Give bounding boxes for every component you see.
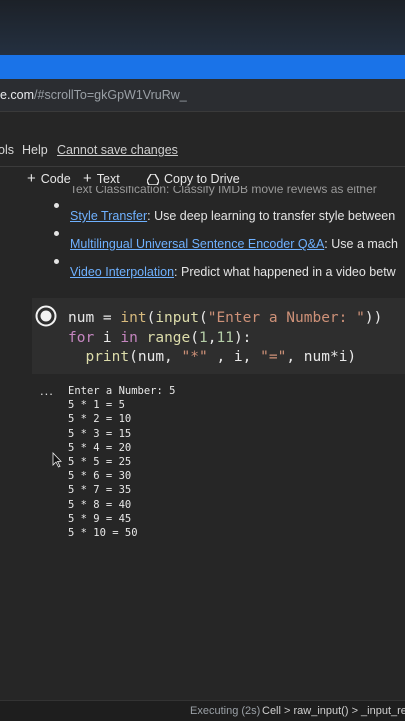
output-line: 5 * 1 = 5 [68, 399, 125, 412]
browser-tab-strip [0, 55, 405, 79]
menu-item-help[interactable]: Help [22, 143, 48, 157]
output-menu-ellipsis[interactable]: ... [40, 383, 54, 398]
code-line: for i in range(1,11): [68, 329, 252, 346]
code-editor[interactable]: num = int(input("Enter a Number: ")) for… [68, 309, 382, 368]
list-item: Multilingual Universal Sentence Encoder … [70, 237, 398, 251]
address-bar[interactable]: e.com/#scrollTo=gkGpW1VruRw_ [0, 79, 405, 112]
execution-status: Executing (2s) [190, 705, 261, 717]
multilingual-encoder-link[interactable]: Multilingual Universal Sentence Encoder … [70, 237, 324, 251]
cell-output: Enter a Number: 5 5 * 1 = 5 5 * 2 = 10 5… [68, 384, 175, 540]
bullet-dot [54, 259, 59, 264]
output-line: 5 * 2 = 10 [68, 413, 132, 426]
style-transfer-link[interactable]: Style Transfer [70, 209, 147, 223]
add-text-button[interactable]: + Text [83, 170, 120, 187]
url-host: e.com [0, 88, 35, 102]
output-line: 5 * 3 = 15 [68, 427, 132, 440]
copy-to-drive-label: Copy to Drive [164, 172, 240, 186]
output-line: Enter a Number: 5 [68, 385, 176, 397]
code-line: num = int(input("Enter a Number: ")) [68, 310, 383, 326]
url-path: /#scrollTo=gkGpW1VruRw_ [34, 88, 187, 102]
output-line: 5 * 5 = 25 [68, 456, 132, 469]
list-item: Style Transfer: Use deep learning to tra… [70, 209, 395, 223]
execution-breadcrumb[interactable]: Cell > raw_input() > _input_req [262, 701, 405, 721]
list-item-text: : Use deep learning to transfer style be… [147, 209, 396, 223]
output-line: 5 * 7 = 35 [68, 484, 132, 497]
menu-bar: ols Help Cannot save changes [0, 138, 405, 164]
browser-top-area [0, 0, 405, 55]
add-code-label: Code [40, 172, 71, 186]
plus-icon: + [83, 170, 92, 187]
output-line: 5 * 10 = 50 [68, 527, 138, 540]
code-line: print(num, "*" , i, "=", num*i) [85, 349, 357, 365]
list-item: Video Interpolation: Predict what happen… [70, 265, 396, 279]
drive-icon [147, 173, 159, 185]
status-bar: Executing (2s) Cell > raw_input() > _inp… [0, 700, 405, 721]
add-text-label: Text [96, 172, 120, 186]
add-code-button[interactable]: + Code [27, 170, 71, 187]
bullet-dot [54, 203, 59, 208]
text-cell[interactable]: Text Classification: Classify IMDB movie… [0, 186, 405, 286]
menu-item-tools[interactable]: ols [0, 143, 14, 157]
plus-icon: + [27, 170, 36, 187]
bullet-dot [54, 231, 59, 236]
video-interpolation-link[interactable]: Video Interpolation [70, 265, 174, 279]
mouse-cursor-icon [52, 452, 62, 468]
output-line: 5 * 8 = 40 [68, 498, 132, 511]
faded-bullet-line: Text Classification: Classify IMDB movie… [70, 186, 377, 196]
output-line: 5 * 6 = 30 [68, 470, 132, 483]
output-line: 5 * 9 = 45 [68, 512, 132, 525]
output-line: 5 * 4 = 20 [68, 441, 132, 454]
run-cell-icon[interactable] [35, 305, 57, 327]
list-item-text: : Use a mach [324, 237, 398, 251]
cannot-save-changes-link[interactable]: Cannot save changes [57, 143, 178, 157]
copy-to-drive-button[interactable]: Copy to Drive [147, 172, 240, 186]
list-item-text: : Predict what happened in a video betw [174, 265, 396, 279]
